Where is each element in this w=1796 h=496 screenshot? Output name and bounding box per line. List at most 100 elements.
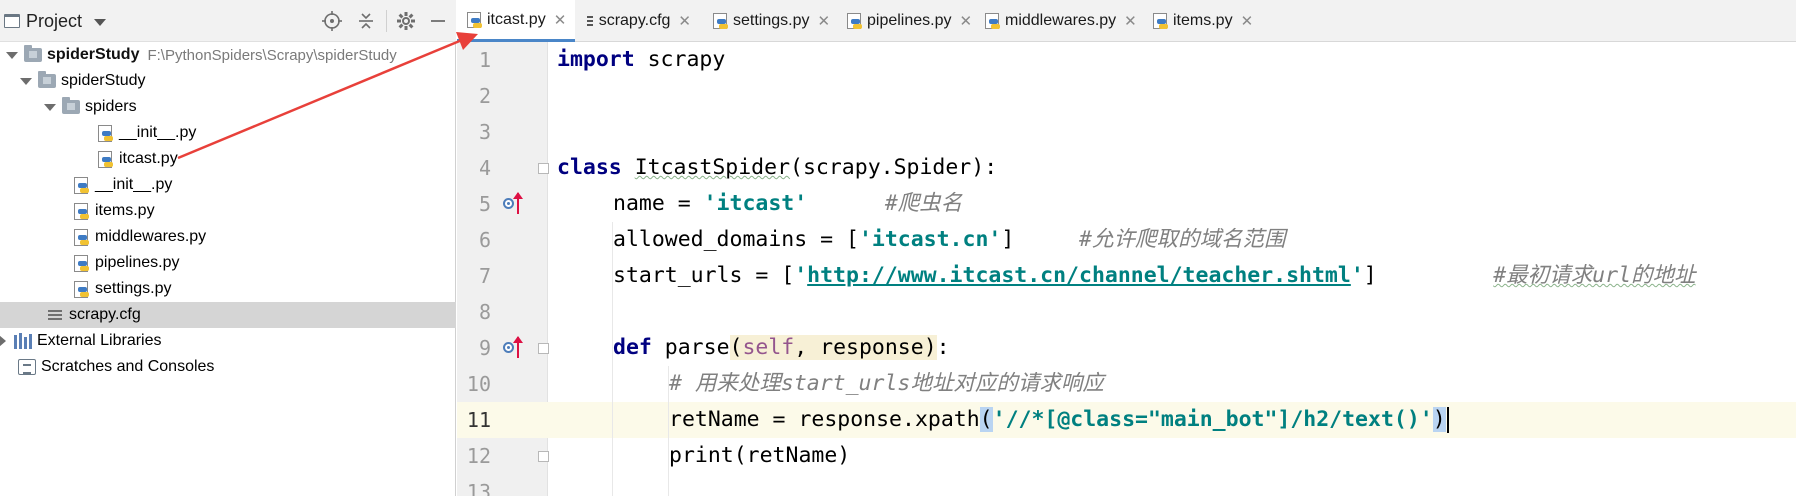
tree-item-spiders[interactable]: spiders	[0, 94, 456, 120]
tab-label: scrapy.cfg	[598, 12, 671, 29]
line-number: 10	[466, 372, 491, 396]
chevron-down-icon[interactable]	[44, 103, 56, 111]
code-line-1[interactable]: import scrapy	[557, 42, 725, 78]
folder-icon	[38, 71, 56, 90]
editor-tab-bar: itcast.py ✕ scrapy.cfg ✕ settings.py ✕ p…	[457, 0, 1796, 42]
scratch-icon	[18, 358, 36, 376]
line-number: 8	[478, 300, 491, 324]
minimize-icon[interactable]	[428, 11, 448, 31]
tab-label: pipelines.py	[867, 12, 952, 29]
override-marker-icon[interactable]	[503, 336, 529, 359]
code-text: retName = response.xpath	[669, 407, 980, 432]
tree-item-label: itcast.py	[119, 150, 178, 167]
tree-item-itcast[interactable]: itcast.py	[0, 146, 456, 172]
keyword: class	[557, 155, 622, 180]
close-icon[interactable]: ✕	[960, 12, 973, 30]
tab-items[interactable]: items.py ✕	[1143, 0, 1263, 42]
code-line-12[interactable]: print(retName)	[669, 438, 850, 474]
python-file-icon	[467, 11, 482, 28]
close-icon[interactable]: ✕	[817, 12, 830, 30]
tree-item-label: __init__.py	[95, 176, 173, 193]
folder-icon	[24, 45, 42, 64]
tree-item-label: scrapy.cfg	[69, 306, 141, 323]
tab-settings[interactable]: settings.py ✕	[703, 0, 835, 42]
tab-middlewares[interactable]: middlewares.py ✕	[975, 0, 1141, 42]
tree-item-middlewares[interactable]: middlewares.py	[0, 224, 456, 250]
param: , response	[794, 335, 924, 360]
code-text: scrapy	[634, 47, 726, 72]
tree-item-label: External Libraries	[37, 332, 162, 349]
close-icon[interactable]: ✕	[1241, 12, 1254, 30]
chevron-down-icon	[94, 18, 107, 26]
library-icon	[14, 332, 32, 350]
config-file-icon	[46, 306, 64, 324]
self-param: self	[742, 335, 795, 360]
string-literal: '//*[@class="main_bot"]/h2/text()'	[992, 407, 1433, 432]
project-panel: Project spiderStudy F:\PythonSpiders\Scr…	[0, 0, 456, 496]
gear-icon[interactable]	[396, 11, 416, 31]
code-line-6[interactable]: allowed_domains = ['itcast.cn'] #允许爬取的域名…	[613, 222, 1285, 258]
line-number: 5	[478, 192, 491, 216]
tree-item-scratches[interactable]: Scratches and Consoles	[0, 354, 456, 380]
fold-icon[interactable]	[538, 163, 549, 174]
tab-itcast[interactable]: itcast.py ✕	[457, 0, 575, 42]
python-file-icon	[72, 228, 90, 246]
chevron-right-icon[interactable]	[0, 335, 6, 347]
tree-item-scrapy-cfg[interactable]: scrapy.cfg	[0, 302, 456, 328]
tab-pipelines[interactable]: pipelines.py ✕	[837, 0, 973, 42]
fold-icon[interactable]	[538, 451, 549, 462]
collapse-icon[interactable]	[356, 11, 376, 31]
comment: #爬虫名	[884, 191, 963, 216]
chevron-down-icon[interactable]	[6, 51, 18, 59]
close-icon[interactable]: ✕	[554, 11, 567, 29]
comment: #允许爬取的域名范围	[1079, 227, 1286, 252]
line-number: 13	[466, 480, 491, 496]
project-view-selector[interactable]: Project	[4, 9, 107, 33]
tab-scrapy-cfg[interactable]: scrapy.cfg ✕	[577, 0, 701, 42]
line-number: 12	[466, 444, 491, 468]
keyword: def	[613, 335, 652, 360]
tab-label: itcast.py	[487, 10, 546, 28]
line-number: 2	[478, 84, 491, 108]
code-editor[interactable]: 1 2 3 4 5 6 7 8 9 10 11 12 13 import scr…	[457, 42, 1796, 496]
python-file-icon	[985, 13, 1000, 29]
code-text: ]	[1001, 227, 1015, 252]
fold-icon[interactable]	[538, 343, 549, 354]
tree-item-settings[interactable]: settings.py	[0, 276, 456, 302]
code-text: )	[923, 335, 937, 360]
code-text: allowed_domains = [	[613, 227, 859, 252]
project-panel-title: Project	[26, 10, 83, 31]
close-icon[interactable]: ✕	[678, 12, 691, 30]
python-file-icon	[96, 150, 114, 168]
chevron-down-icon[interactable]	[20, 77, 32, 85]
tree-item-pipelines[interactable]: pipelines.py	[0, 250, 456, 276]
tree-item-spiderstudy-package[interactable]: spiderStudy	[0, 68, 456, 94]
tree-item-items[interactable]: items.py	[0, 198, 456, 224]
matched-brace: (	[979, 407, 993, 432]
tree-item-package-init[interactable]: __init__.py	[0, 172, 456, 198]
url-link[interactable]: http://www.itcast.cn/channel/teacher.sht…	[807, 263, 1351, 288]
line-number: 3	[478, 120, 491, 144]
code-line-11[interactable]: retName = response.xpath('//*[@class="ma…	[669, 402, 1449, 438]
string-literal: 'itcast'	[703, 191, 808, 216]
tree-item-external-libraries[interactable]: External Libraries	[0, 328, 456, 354]
tree-item-label: spiderStudy	[47, 46, 140, 63]
toolbar-divider	[386, 10, 387, 32]
code-line-10[interactable]: # 用来处理start_urls地址对应的请求响应	[669, 366, 1104, 402]
locate-icon[interactable]	[322, 11, 342, 31]
python-file-icon	[1153, 13, 1168, 29]
tree-item-label: __init__.py	[119, 124, 197, 141]
code-line-4[interactable]: class ItcastSpider(scrapy.Spider):	[557, 150, 997, 186]
tree-item-label: spiders	[85, 98, 137, 115]
tree-item-spiderstudy-root[interactable]: spiderStudy F:\PythonSpiders\Scrapy\spid…	[0, 42, 456, 68]
code-line-9[interactable]: def parse(self, response):	[613, 330, 950, 366]
override-marker-icon[interactable]	[503, 192, 529, 215]
tree-item-spiders-init[interactable]: __init__.py	[0, 120, 456, 146]
tree-item-label: pipelines.py	[95, 254, 180, 271]
tab-label: middlewares.py	[1005, 12, 1117, 29]
code-text: start_urls = [	[613, 263, 795, 288]
code-line-7[interactable]: start_urls = ['http://www.itcast.cn/chan…	[613, 258, 1696, 294]
code-line-5[interactable]: name = 'itcast' #爬虫名	[613, 186, 962, 222]
close-icon[interactable]: ✕	[1124, 12, 1137, 30]
code-text: ]	[1363, 263, 1377, 288]
